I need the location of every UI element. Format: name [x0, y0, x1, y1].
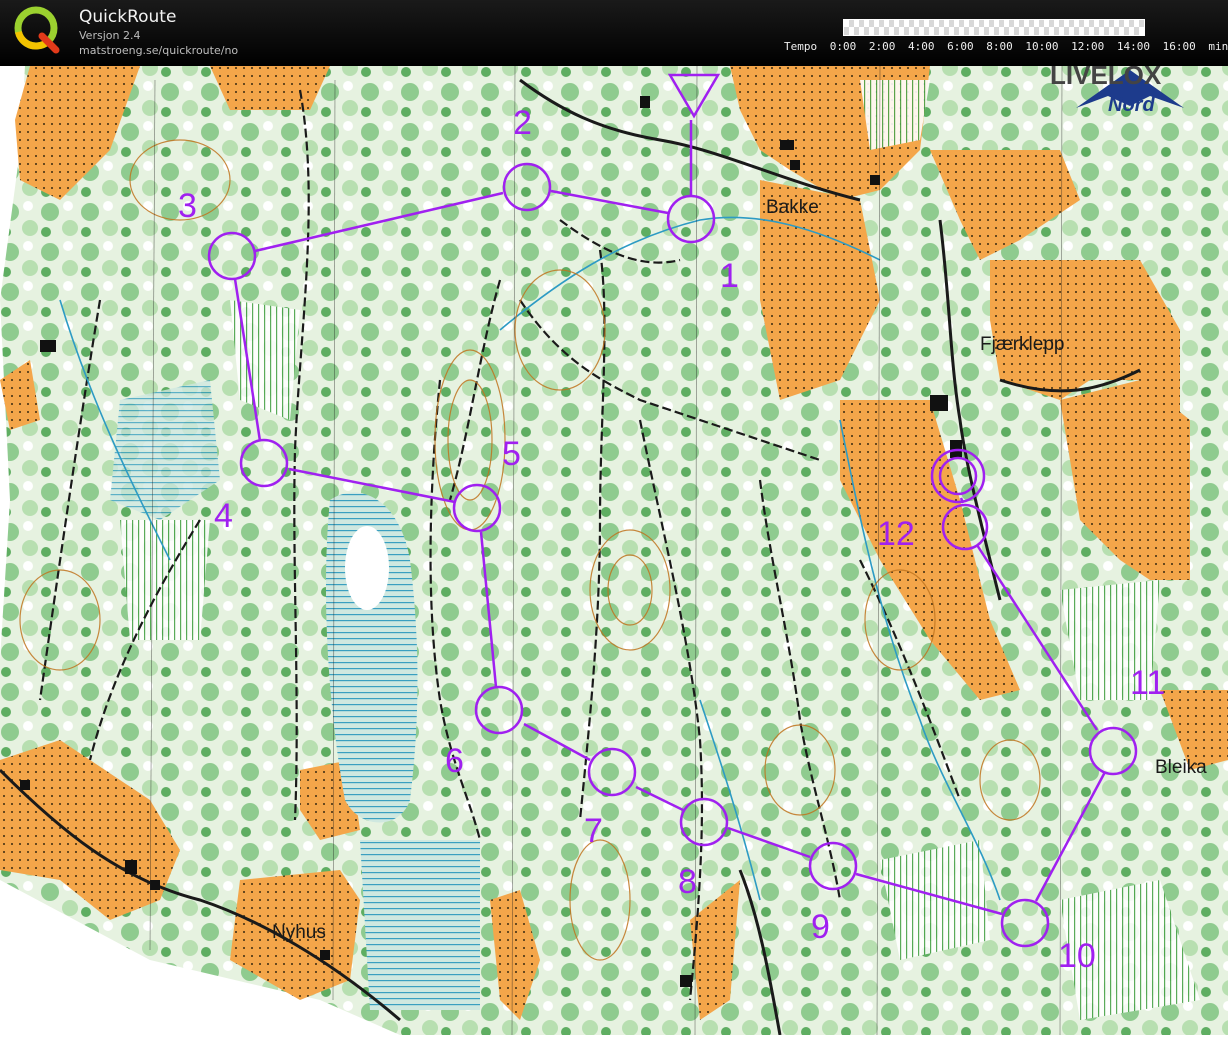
tempo-tick: 16:00 — [1162, 40, 1196, 53]
app-title: QuickRoute — [79, 7, 177, 27]
control-number-1: 1 — [720, 257, 739, 295]
place-label-bleika: Bleika — [1155, 757, 1207, 778]
tempo-tick: 6:00 — [947, 40, 974, 53]
tempo-tick: 10:00 — [1025, 40, 1059, 53]
livelox-brand-sub: Nord — [1108, 94, 1155, 116]
control-number-8: 8 — [678, 863, 697, 901]
control-number-6: 6 — [445, 742, 464, 780]
tempo-tick: 12:00 — [1071, 40, 1105, 53]
tempo-label: Tempo — [784, 40, 818, 53]
control-number-10: 10 — [1058, 937, 1096, 975]
control-number-3: 3 — [178, 187, 197, 225]
tempo-tick: 8:00 — [986, 40, 1013, 53]
place-label-fjaerklepp: Fjærklepp — [980, 334, 1064, 355]
tempo-unit: min/km — [1208, 40, 1228, 53]
control-number-11: 11 — [1130, 664, 1165, 702]
place-label-nyhus: Nyhus — [272, 922, 326, 943]
app-url[interactable]: matstroeng.se/quickroute/no — [79, 44, 238, 57]
control-number-9: 9 — [811, 908, 830, 946]
tempo-color-scale — [843, 19, 1145, 36]
quickroute-q-logo-icon — [14, 6, 60, 54]
control-number-2: 2 — [513, 104, 532, 142]
control-number-7: 7 — [584, 812, 603, 850]
livelox-brand-text: LIVELOX — [1050, 66, 1162, 90]
place-label-bakke: Bakke — [766, 197, 819, 218]
tempo-tick: 14:00 — [1116, 40, 1150, 53]
control-number-4: 4 — [214, 497, 233, 535]
tempo-tick: 2:00 — [868, 40, 896, 53]
app-version: Versjon 2.4 — [79, 29, 141, 42]
tempo-scale-labels: Tempo 0:00 2:00 4:00 6:00 8:00 10:00 12:… — [784, 40, 1228, 53]
tempo-tick: 4:00 — [908, 40, 935, 53]
tempo-tick: 0:00 — [829, 40, 857, 53]
control-number-5: 5 — [502, 435, 521, 473]
control-number-12: 12 — [877, 515, 915, 553]
orienteering-map[interactable]: Bakke Fjærklepp Bleika Nyhus LIVELOX Nor… — [0, 60, 1228, 1036]
header-bar: QuickRoute Versjon 2.4 matstroeng.se/qui… — [0, 0, 1228, 66]
